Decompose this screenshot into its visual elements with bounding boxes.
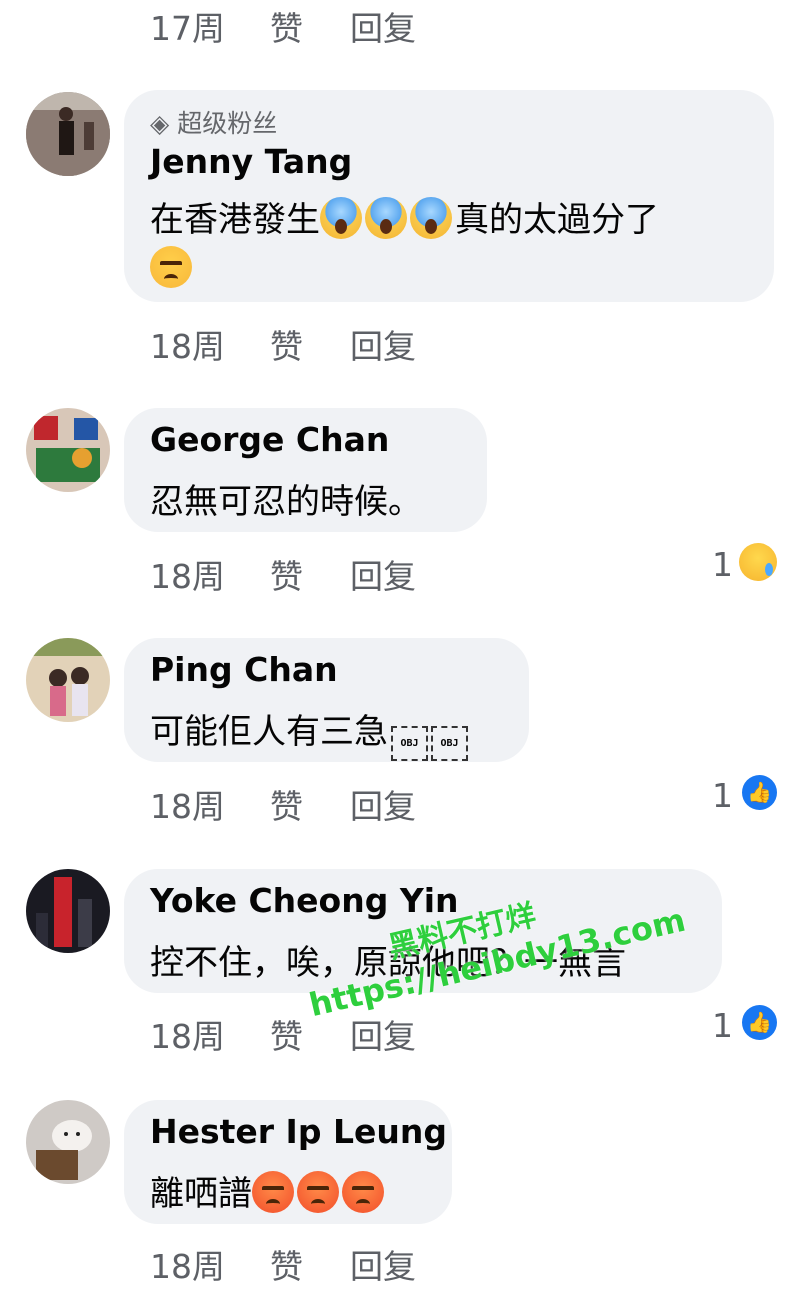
comment-text: 控不住，唉，原諒他吧？一無言: [150, 943, 626, 983]
pouting-face-icon: [342, 1171, 384, 1213]
comment-text: 忍無可忍的時候。: [150, 482, 422, 522]
comment-time: 18周: [150, 1247, 225, 1286]
pouting-face-icon: [252, 1171, 294, 1213]
avatar-image: [26, 1100, 110, 1184]
avatar[interactable]: [26, 408, 110, 492]
comment-time: 18周: [150, 327, 225, 366]
like-thumb-icon: 👍: [742, 1005, 777, 1040]
comment-time: 18周: [150, 787, 225, 826]
commenter-name[interactable]: Yoke Cheong Yin: [150, 881, 459, 920]
commenter-name[interactable]: Hester Ip Leung: [150, 1112, 447, 1151]
comment-bubble: Ping Chan 可能佢人有三急 OBJ OBJ: [124, 638, 529, 762]
comment-text-part1: 在香港發生: [150, 200, 320, 240]
comment-bubble: Hester Ip Leung 離哂譜: [124, 1100, 452, 1224]
angry-face-icon: [150, 246, 192, 288]
pouting-face-icon: [297, 1171, 339, 1213]
obj-placeholder-icon: OBJ: [431, 726, 468, 761]
reply-button[interactable]: 回复: [350, 550, 416, 598]
comment-text: 可能佢人有三急 OBJ OBJ: [150, 704, 468, 761]
comment-text: 在香港發生 真的太過分了: [150, 192, 659, 241]
like-button[interactable]: 赞: [270, 320, 303, 368]
comment-time: 17周: [150, 9, 225, 48]
reaction-count: 1: [712, 1006, 733, 1045]
commenter-name[interactable]: Jenny Tang: [150, 142, 352, 181]
comment-bubble: Yoke Cheong Yin 控不住，唉，原諒他吧？一無言: [124, 869, 722, 993]
comment-text-part2: 真的太過分了: [455, 200, 659, 240]
like-button[interactable]: 赞: [270, 2, 303, 50]
sad-face-icon: [739, 543, 777, 581]
comment-time: 18周: [150, 1017, 225, 1056]
reply-button[interactable]: 回复: [350, 320, 416, 368]
comment-bubble: ◈ 超级粉丝 Jenny Tang 在香港發生 真的太過分了: [124, 90, 774, 302]
screaming-face-icon: [320, 197, 362, 239]
like-button[interactable]: 赞: [270, 1240, 303, 1288]
like-thumb-icon: 👍: [742, 775, 777, 810]
screaming-face-icon: [365, 197, 407, 239]
reaction-count: 1: [712, 545, 733, 584]
comment-text: 離哂譜: [150, 1166, 387, 1215]
commenter-name[interactable]: Ping Chan: [150, 650, 338, 689]
comment-text-line2: [150, 246, 195, 289]
commenter-name[interactable]: George Chan: [150, 420, 389, 459]
like-button[interactable]: 赞: [270, 550, 303, 598]
reply-button[interactable]: 回复: [350, 1010, 416, 1058]
comment-bubble: George Chan 忍無可忍的時候。: [124, 408, 487, 532]
avatar[interactable]: [26, 1100, 110, 1184]
screaming-face-icon: [410, 197, 452, 239]
comment-text-body: 可能佢人有三急: [150, 712, 388, 752]
badge-label: 超级粉丝: [177, 109, 278, 138]
avatar[interactable]: [26, 92, 110, 176]
avatar[interactable]: [26, 869, 110, 953]
reply-button[interactable]: 回复: [350, 1240, 416, 1288]
avatar-image: [26, 92, 110, 176]
reply-button[interactable]: 回复: [350, 2, 416, 50]
avatar-image: [26, 869, 110, 953]
reaction-count: 1: [712, 776, 733, 815]
comment-time: 18周: [150, 557, 225, 596]
avatar-image: [26, 638, 110, 722]
avatar-image: [26, 408, 110, 492]
like-button[interactable]: 赞: [270, 1010, 303, 1058]
avatar[interactable]: [26, 638, 110, 722]
like-button[interactable]: 赞: [270, 780, 303, 828]
obj-placeholder-icon: OBJ: [391, 726, 428, 761]
diamond-icon: ◈: [150, 109, 170, 138]
top-fan-badge: ◈ 超级粉丝: [150, 104, 277, 140]
comment-text-body: 離哂譜: [150, 1174, 252, 1214]
reply-button[interactable]: 回复: [350, 780, 416, 828]
